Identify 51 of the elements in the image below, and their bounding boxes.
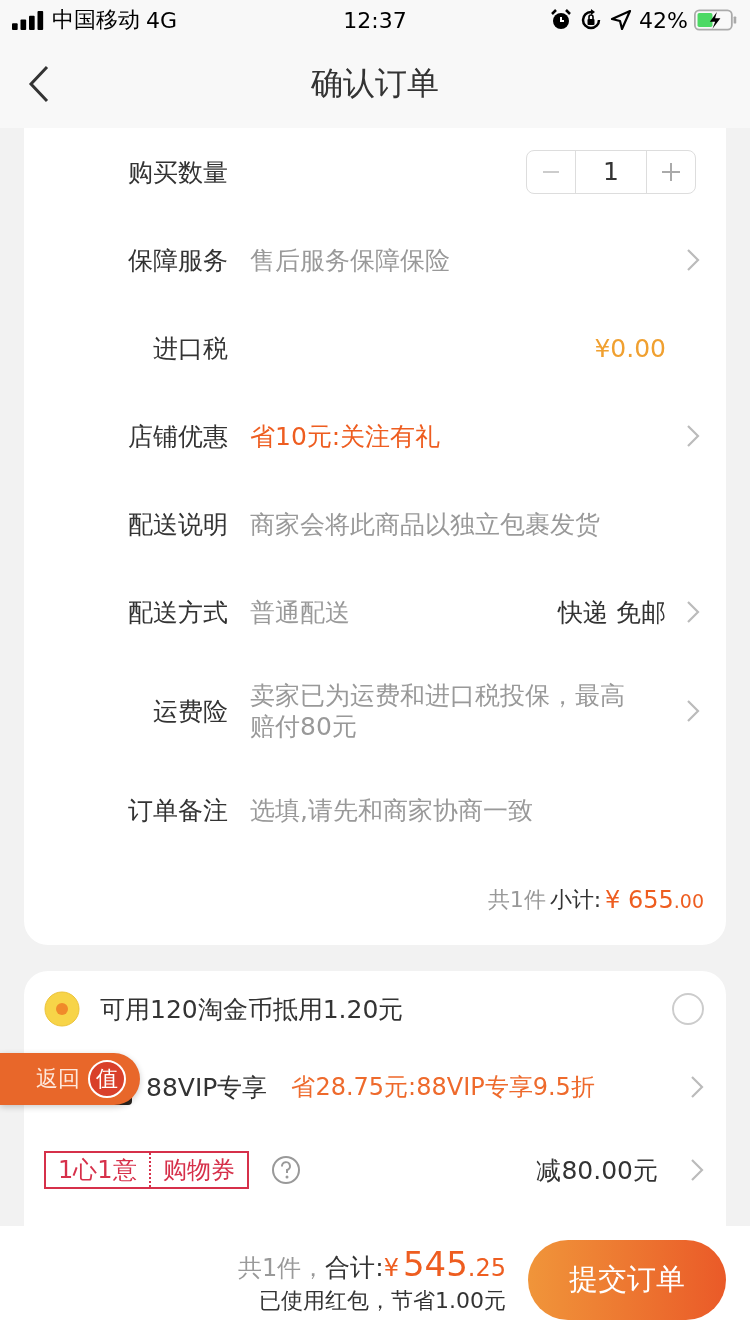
- signal-icon: [12, 10, 46, 30]
- subtotal-amount: ¥ 655.00: [605, 885, 704, 914]
- battery-charging-icon: [694, 9, 738, 31]
- vip-offer: 省28.75元:88VIP专享9.5折: [291, 1072, 595, 1103]
- row-label: 配送说明: [127, 508, 228, 541]
- help-icon[interactable]: [270, 1155, 301, 1185]
- coin-icon: [44, 991, 80, 1027]
- savings-note: 已使用红包，节省1.00元: [259, 1287, 506, 1315]
- coupon-discount: 减80.00元: [536, 1154, 658, 1187]
- chevron-right-icon[interactable]: [690, 1075, 704, 1099]
- total-label: 合计:: [325, 1252, 384, 1284]
- back-icon[interactable]: [28, 64, 50, 104]
- row-label: 进口税: [152, 332, 228, 365]
- total-amount: ¥545.25: [383, 1244, 506, 1284]
- coupon-tag-left: 1心1意: [57, 1155, 138, 1186]
- chevron-right-icon[interactable]: [686, 424, 700, 448]
- coupon-tag-right: 购物券: [148, 1153, 247, 1187]
- row-value: 普通配送: [250, 596, 350, 628]
- note-input-field[interactable]: 选填,请先和商家协商一致: [248, 794, 672, 826]
- quantity-stepper[interactable]: 1: [526, 150, 696, 194]
- chevron-right-icon[interactable]: [686, 248, 700, 272]
- status-time: 12:37: [343, 7, 407, 33]
- item-count: 共1件，: [237, 1253, 326, 1284]
- battery-percent: 42%: [639, 7, 688, 33]
- delivery-option: 快递 免邮: [558, 595, 666, 629]
- page-title: 确认订单: [311, 63, 439, 104]
- carrier-name: 中国移动: [52, 6, 140, 34]
- row-value: 省10元:关注有礼: [250, 420, 442, 452]
- location-arrow-icon: [609, 8, 634, 32]
- quantity-value: 1: [575, 151, 647, 193]
- tax-amount: ¥0.00: [594, 333, 666, 363]
- item-count: 共1件: [487, 885, 546, 914]
- row-value: 商家会将此商品以独立包裹发货: [250, 508, 600, 540]
- row-value: 卖家已为运费和进口税投保，最高赔付80元: [250, 680, 626, 742]
- back-float-button[interactable]: 返回 值: [0, 1053, 140, 1105]
- subtotal-label: 小计:: [549, 885, 602, 914]
- radio-button[interactable]: [672, 993, 704, 1025]
- row-label: 保障服务: [127, 244, 228, 277]
- row-label: 配送方式: [127, 596, 228, 629]
- row-value: 售后服务保障保险: [250, 244, 451, 276]
- chevron-right-icon[interactable]: [686, 600, 700, 624]
- vip-title: 88VIP专享: [146, 1071, 268, 1104]
- row-label: 运费险: [152, 695, 228, 728]
- row-label: 购买数量: [127, 156, 228, 189]
- network-type: 4G: [146, 7, 178, 33]
- coin-offer-text: 可用120淘金币抵用1.20元: [100, 993, 404, 1026]
- chevron-right-icon[interactable]: [690, 1158, 704, 1182]
- row-label: 订单备注: [127, 794, 228, 827]
- submit-order-button[interactable]: 提交订单: [528, 1240, 726, 1320]
- row-label: 店铺优惠: [127, 420, 228, 453]
- chevron-right-icon[interactable]: [686, 699, 700, 723]
